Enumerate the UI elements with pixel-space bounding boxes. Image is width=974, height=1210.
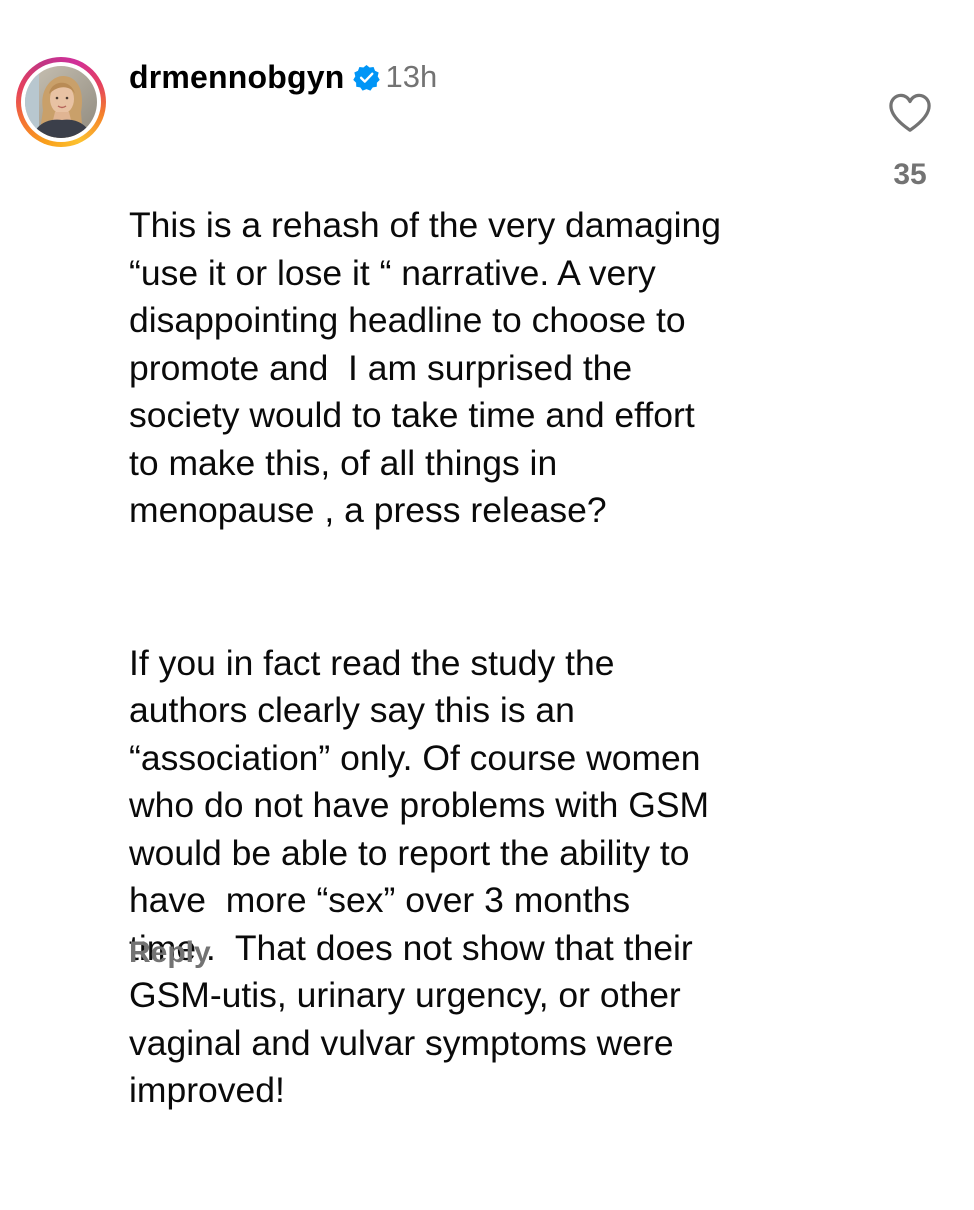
comment-body: This is a rehash of the very damaging “u… — [129, 107, 849, 1210]
comment-paragraph-2: If you in fact read the study the author… — [129, 642, 710, 1111]
avatar-photo — [25, 66, 97, 138]
avatar-ring-gap — [21, 62, 101, 142]
verified-badge-icon — [352, 64, 380, 91]
like-count[interactable]: 35 — [870, 158, 950, 192]
comment: drmennobgyn 13h This is a rehash of the … — [0, 0, 974, 1110]
like-button[interactable] — [887, 92, 933, 134]
heart-outline-icon — [889, 93, 931, 132]
avatar[interactable] — [16, 57, 106, 147]
profile-photo-icon — [25, 66, 97, 138]
reply-button[interactable]: Reply — [129, 936, 211, 970]
comment-header: drmennobgyn 13h — [129, 56, 437, 98]
username-link[interactable]: drmennobgyn — [129, 59, 345, 96]
comment-timestamp: 13h — [385, 59, 438, 94]
comment-paragraph-1: This is a rehash of the very damaging “u… — [129, 205, 721, 530]
